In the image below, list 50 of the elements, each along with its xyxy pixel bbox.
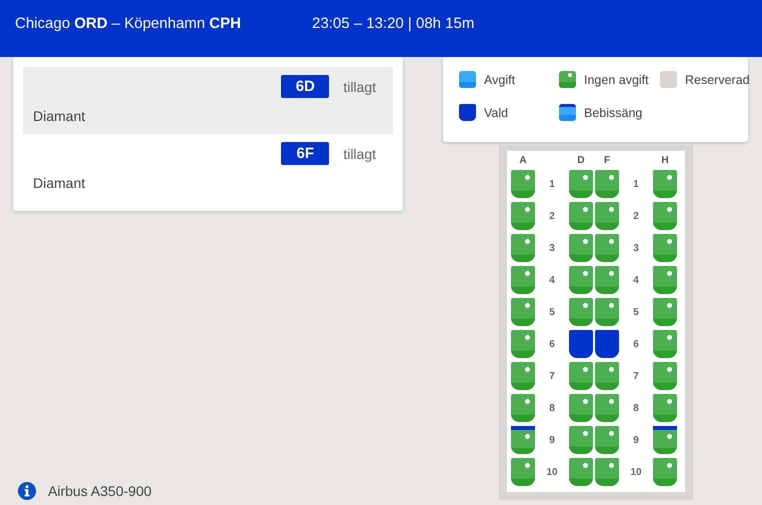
row-number: 1 (548, 178, 556, 192)
seat-swatch-icon (559, 71, 576, 88)
column-letter: F (602, 155, 612, 168)
row-number: 3 (548, 242, 556, 256)
row-number: 7 (632, 370, 640, 384)
aircraft-name: Airbus A350-900 (48, 483, 152, 499)
row-number: 6 (548, 338, 556, 352)
legend-label: Reserverad (685, 72, 750, 86)
seat[interactable] (595, 330, 619, 358)
route-title: Chicago ORD – Köpenhamn CPH (15, 15, 242, 32)
row-number: 8 (632, 402, 640, 416)
column-letter: H (660, 155, 670, 168)
row-number: 1 (632, 178, 640, 192)
seat-swatch-icon (459, 71, 476, 88)
column-letter: D (576, 155, 586, 168)
seat-swatch-icon (559, 104, 576, 121)
row-number: 9 (632, 434, 640, 448)
row-number: 10 (545, 466, 559, 480)
flight-times: 23:05 – 13:20 | 08h 15m (312, 15, 474, 32)
passenger-row[interactable]: 6D tillagt Diamant (23, 67, 393, 134)
column-letter: A (518, 155, 528, 168)
seat-status: tillagt (343, 146, 376, 162)
row-number: 7 (548, 370, 556, 384)
seat-status: tillagt (343, 78, 376, 94)
row-number: 6 (632, 338, 640, 352)
info-icon (18, 482, 36, 500)
row-number: 3 (632, 242, 640, 256)
passenger-row[interactable]: 6F tillagt Diamant (23, 134, 393, 201)
legend-label: Bebissäng (584, 106, 642, 120)
legend-label: Vald (484, 106, 508, 120)
tier-label: Diamant (33, 175, 86, 191)
seat-swatch-icon (660, 71, 677, 88)
seat-badge: 6F (281, 142, 330, 165)
seat[interactable] (569, 330, 593, 358)
legend-label: Avgift (484, 72, 516, 86)
legend-label: Ingen avgift (584, 72, 649, 86)
row-number: 2 (632, 210, 640, 224)
row-number: 9 (548, 434, 556, 448)
tier-label: Diamant (33, 108, 86, 124)
row-number: 5 (548, 306, 556, 320)
seat-swatch-icon (459, 104, 476, 121)
seat-badge: 6D (281, 75, 330, 98)
seat[interactable] (653, 426, 677, 454)
row-number: 10 (629, 466, 643, 480)
row-number: 2 (548, 210, 556, 224)
row-number: 8 (548, 402, 556, 416)
row-number: 4 (548, 274, 556, 288)
row-number: 4 (632, 274, 640, 288)
row-number: 5 (632, 306, 640, 320)
seat[interactable] (511, 426, 535, 454)
